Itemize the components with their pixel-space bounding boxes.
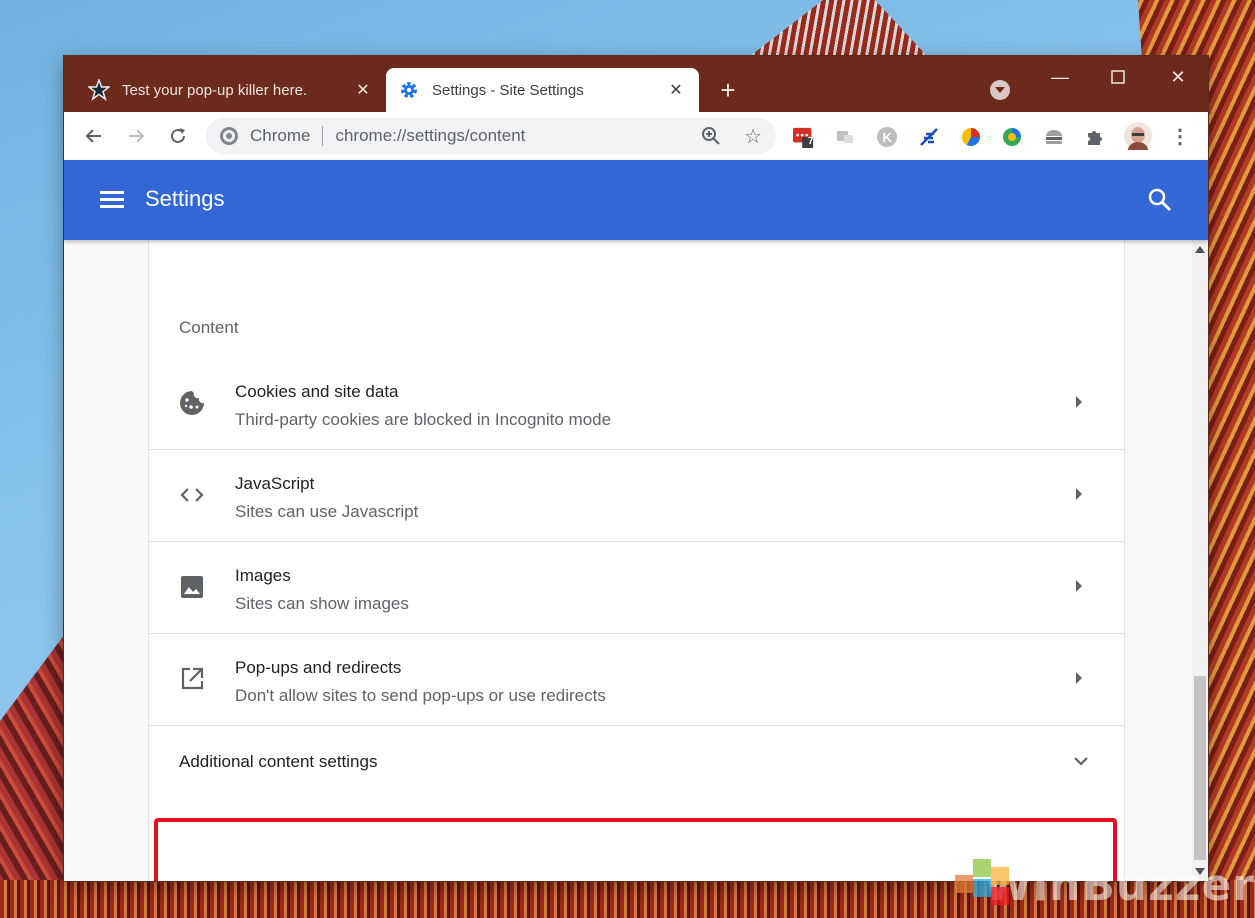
extensions-puzzle-icon[interactable] (1084, 126, 1106, 148)
popups-redirects-row[interactable]: Pop-ups and redirects Don't allow sites … (149, 634, 1124, 726)
open-in-new-icon (179, 666, 205, 692)
scrollbar[interactable] (1192, 240, 1208, 881)
row-title: JavaScript (235, 474, 315, 493)
browser-window: Test your pop-up killer here. ✕ Settings… (64, 56, 1208, 881)
profile-avatar[interactable] (1124, 122, 1152, 150)
tab-title: Test your pop-up killer here. (122, 81, 308, 99)
extension-burger-icon[interactable] (1043, 126, 1065, 148)
cube-logo-icon (955, 855, 1009, 915)
menu-icon[interactable] (100, 188, 124, 212)
cookie-icon (179, 390, 205, 416)
page-title: Settings (145, 186, 225, 211)
javascript-row[interactable]: JavaScript Sites can use Javascript (149, 450, 1124, 542)
row-subtitle: Third-party cookies are blocked in Incog… (235, 410, 612, 429)
arrow-right-icon (1076, 396, 1082, 408)
cookies-row[interactable]: Cookies and site data Third-party cookie… (149, 358, 1124, 450)
close-icon[interactable]: ✕ (665, 79, 687, 101)
scrollbar-thumb[interactable] (1194, 676, 1206, 860)
settings-content: Content Cookies and site data Third-part… (64, 240, 1192, 881)
row-subtitle: Don't allow sites to send pop-ups or use… (235, 686, 606, 705)
additional-content-settings[interactable]: Additional content settings (179, 752, 377, 772)
zoom-icon[interactable] (700, 125, 722, 147)
watermark-logo: WinBuzzer (955, 852, 1255, 918)
chrome-icon (220, 127, 238, 145)
maximize-button[interactable] (1090, 62, 1146, 92)
row-title: Pop-ups and redirects (235, 658, 402, 677)
minimize-button[interactable]: — (1032, 62, 1088, 92)
scroll-up-arrow-icon[interactable] (1195, 246, 1205, 253)
reload-button[interactable] (162, 120, 194, 152)
bookmark-star-icon[interactable]: ☆ (744, 124, 762, 149)
search-icon[interactable] (1147, 187, 1173, 213)
arrow-right-icon (1076, 488, 1082, 500)
tab-search-icon[interactable] (990, 80, 1010, 100)
omnibox-separator (322, 126, 324, 146)
close-window-button[interactable]: ✕ (1150, 62, 1206, 92)
star-favicon-icon (88, 79, 110, 101)
extension-feather-icon[interactable] (918, 126, 940, 148)
browser-toolbar: Chrome chrome://settings/content ☆ 7 K ⋮ (64, 112, 1208, 161)
svg-text:K: K (883, 130, 893, 145)
tab-title: Settings - Site Settings (432, 81, 584, 99)
section-heading: Content (179, 318, 239, 337)
url-text[interactable]: chrome://settings/content (335, 126, 525, 146)
extension-badge: 7 (808, 136, 814, 147)
gear-icon (398, 79, 420, 101)
row-title: Images (235, 566, 291, 585)
new-tab-button[interactable]: + (714, 75, 742, 105)
extension-piechart-icon[interactable] (960, 126, 982, 148)
row-subtitle: Sites can show images (235, 594, 409, 613)
images-row[interactable]: Images Sites can show images (149, 542, 1124, 634)
forward-button[interactable] (120, 120, 152, 152)
omnibox-chip: Chrome (250, 126, 311, 145)
site-settings-card: Content Cookies and site data Third-part… (149, 240, 1124, 881)
arrow-right-icon (1076, 672, 1082, 684)
extension-todo-icon[interactable]: 7 (793, 126, 815, 148)
close-icon[interactable]: ✕ (352, 79, 374, 101)
address-bar[interactable]: Chrome chrome://settings/content ☆ (206, 118, 776, 154)
chrome-menu-icon[interactable]: ⋮ (1170, 124, 1190, 148)
back-button[interactable] (78, 120, 110, 152)
row-title: Cookies and site data (235, 382, 399, 401)
image-icon (179, 574, 205, 600)
extension-globe-icon[interactable] (1001, 126, 1023, 148)
tab-settings[interactable]: Settings - Site Settings ✕ (386, 68, 699, 112)
code-icon (179, 482, 205, 508)
extension-translate-icon[interactable] (834, 126, 856, 148)
chevron-down-icon[interactable] (1072, 752, 1090, 770)
settings-header: Settings (64, 160, 1208, 240)
watermark-text: WinBuzzer (983, 859, 1255, 911)
tab-popup-test[interactable]: Test your pop-up killer here. ✕ (76, 68, 386, 112)
extension-k-icon[interactable]: K (876, 126, 898, 148)
arrow-right-icon (1076, 580, 1082, 592)
tab-strip: Test your pop-up killer here. ✕ Settings… (64, 56, 1208, 112)
row-subtitle: Sites can use Javascript (235, 502, 419, 521)
